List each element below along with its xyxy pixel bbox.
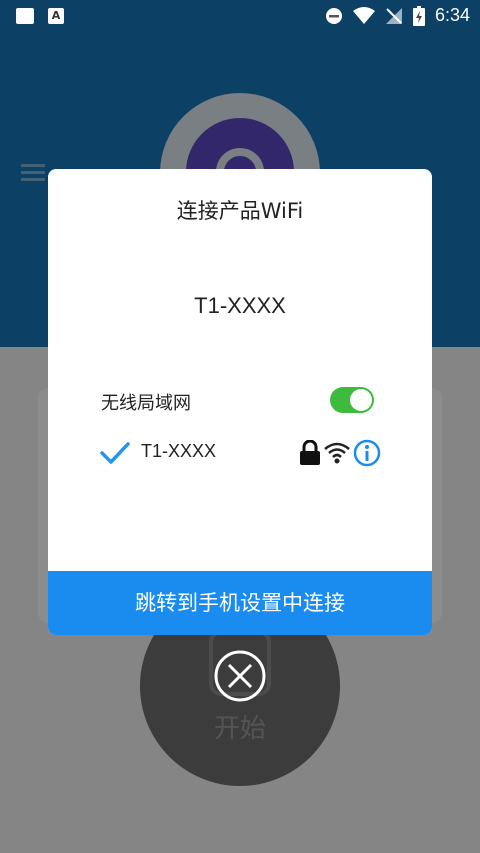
info-icon[interactable] [353, 439, 381, 467]
wifi-signal-icon [324, 442, 350, 464]
product-ssid: T1-XXXX [194, 293, 286, 318]
close-icon[interactable] [213, 649, 267, 703]
status-time: 6:34 [434, 5, 470, 25]
battery-charging-icon [412, 5, 425, 26]
a-app-icon: A [48, 8, 64, 24]
wifi-icon [352, 6, 375, 24]
network-item-name[interactable]: T1-XXXX [141, 441, 216, 462]
status-bar: A 6:34 [0, 0, 480, 34]
open-settings-connect-button[interactable]: 跳转到手机设置中连接 [48, 571, 432, 635]
wlan-label: 无线局域网 [101, 393, 191, 414]
network-item-icons [299, 439, 381, 467]
image-icon [16, 8, 34, 24]
toggle-knob [350, 389, 372, 411]
connect-wifi-dialog: 连接产品WiFi T1-XXXX 无线局域网 T1-XXXX 跳转到手机设置中连… [48, 169, 432, 635]
no-signal-icon [385, 7, 402, 24]
do-not-disturb-icon [325, 7, 342, 24]
lock-icon [300, 440, 320, 465]
check-icon [100, 442, 130, 464]
dialog-title: 连接产品WiFi [176, 199, 304, 223]
wlan-toggle[interactable] [330, 387, 374, 413]
